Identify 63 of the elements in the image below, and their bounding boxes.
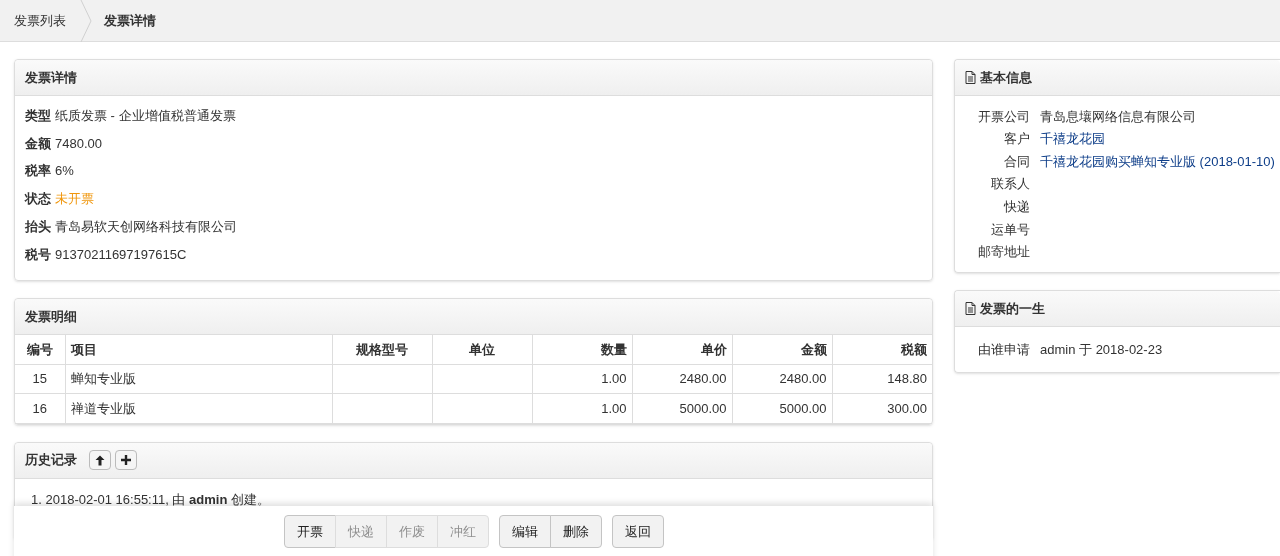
field-label: 税率	[25, 162, 51, 181]
field-label: 运单号	[990, 220, 1030, 239]
table-cell: 禅道专业版	[65, 393, 332, 424]
table-cell: 16	[15, 393, 65, 424]
panel-title: 发票详情	[25, 68, 77, 87]
column-header: 单价	[632, 335, 732, 365]
field-label: 邮寄地址	[977, 243, 1030, 262]
field-value: admin 于 2018-02-23	[1040, 340, 1163, 359]
field-value: 91370211697197615C	[55, 245, 187, 264]
field-label: 类型	[25, 107, 51, 126]
table-cell: 300.00	[832, 393, 932, 424]
table-cell: 15	[15, 364, 65, 394]
field-value: 青岛易软天创网络科技有限公司	[55, 217, 237, 236]
action-button[interactable]: 删除	[549, 515, 602, 548]
column-header: 金额	[732, 335, 832, 365]
add-button[interactable]	[115, 450, 137, 471]
table-cell: 蝉知专业版	[65, 364, 332, 394]
field-label: 客户	[1003, 130, 1030, 149]
field-label: 抬头	[25, 217, 51, 236]
table-cell: 148.80	[832, 364, 932, 394]
field-label: 开票公司	[977, 107, 1030, 126]
status-text: 未开票	[55, 190, 94, 209]
field-value: 纸质发票 - 企业增值税普通发票	[55, 107, 236, 126]
breadcrumb-current: 发票详情	[103, 11, 157, 30]
action-button[interactable]: 开票	[283, 515, 336, 548]
document-icon	[965, 71, 976, 84]
field-value: 7480.00	[55, 134, 102, 153]
panel-title: 历史记录	[25, 451, 77, 470]
table-cell: 1.00	[532, 364, 632, 394]
field-value: 青岛息壤网络信息有限公司	[1040, 107, 1196, 126]
breadcrumb-link[interactable]: 发票列表	[0, 10, 80, 31]
field-label: 由谁申请	[977, 340, 1030, 359]
column-header: 规格型号	[332, 335, 432, 365]
panel-title: 基本信息	[980, 68, 1032, 87]
document-icon	[965, 302, 976, 316]
column-header: 单位	[432, 335, 532, 365]
field-label: 合同	[1003, 152, 1030, 171]
field-label: 金额	[25, 134, 51, 153]
column-header: 税额	[832, 335, 932, 365]
plus-icon	[121, 455, 131, 466]
field-label: 联系人	[990, 175, 1030, 194]
field-label: 快递	[1003, 197, 1030, 216]
field-link[interactable]: 千禧龙花园购买蝉知专业版 (2018-01-10)	[1040, 151, 1275, 172]
table-cell: 5000.00	[632, 393, 732, 424]
table-cell: 5000.00	[732, 393, 832, 424]
breadcrumb-separator-icon	[80, 0, 92, 42]
column-header: 数量	[532, 335, 632, 365]
history-entry: 1. 2018-02-01 16:55:11, 由 admin 创建。	[31, 490, 271, 509]
panel-title: 发票明细	[25, 307, 77, 326]
panel-title: 发票的一生	[980, 299, 1045, 318]
field-label: 状态	[25, 190, 51, 209]
column-header: 项目	[65, 335, 332, 365]
table-cell: 2480.00	[732, 364, 832, 394]
action-button[interactable]: 返回	[611, 515, 664, 548]
field-label: 税号	[25, 245, 51, 264]
table-cell: 2480.00	[632, 364, 732, 394]
field-value: 6%	[55, 162, 74, 181]
collapse-button[interactable]	[89, 450, 111, 471]
column-header: 编号	[15, 335, 65, 365]
table-cell: 1.00	[532, 393, 632, 424]
action-button[interactable]: 编辑	[498, 515, 551, 548]
arrow-up-icon	[95, 454, 105, 466]
field-link[interactable]: 千禧龙花园	[1040, 129, 1105, 149]
